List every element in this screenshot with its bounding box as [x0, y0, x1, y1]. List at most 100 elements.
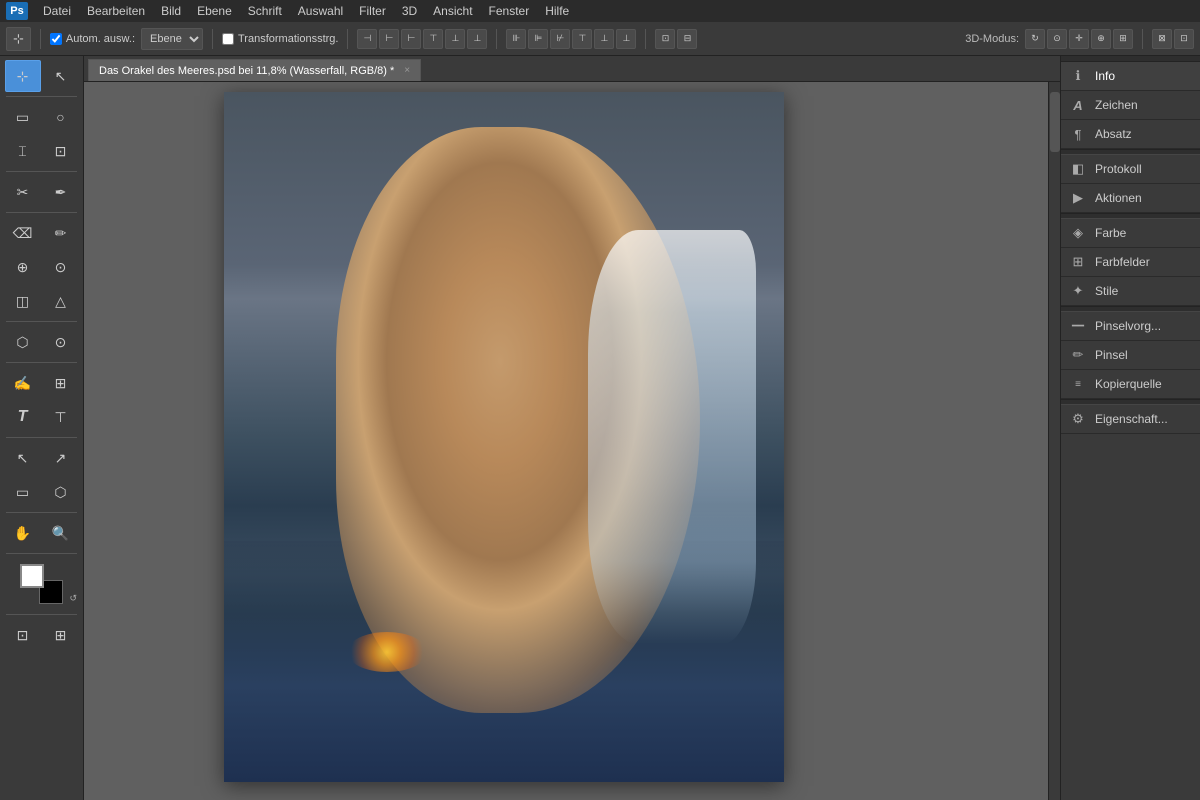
menu-schrift[interactable]: Schrift [241, 2, 289, 20]
panel-header-pinselvorg[interactable]: ━━ Pinselvorg... [1061, 312, 1200, 340]
align-bottom[interactable]: ⊥ [467, 29, 487, 49]
distribute-icons-group: ⊪ ⊫ ⊬ ⊤ ⊥ ⊥ [506, 29, 636, 49]
farbe-label: Farbe [1095, 226, 1126, 240]
menu-fenster[interactable]: Fenster [482, 2, 537, 20]
scrollbar-thumb[interactable] [1050, 92, 1060, 152]
blur-tool[interactable]: ⊙ [43, 326, 79, 358]
panel-header-protokoll[interactable]: ◧ Protokoll [1061, 155, 1200, 183]
move-tool[interactable]: ⊹ [5, 60, 41, 92]
dist-right[interactable]: ⊬ [550, 29, 570, 49]
eyedropper-tool[interactable]: ✒ [43, 176, 79, 208]
panel-header-farbe[interactable]: ◈ Farbe [1061, 219, 1200, 247]
layer-select[interactable]: Ebene [141, 28, 203, 50]
menu-filter[interactable]: Filter [352, 2, 393, 20]
panel-section-stile: ✦ Stile [1061, 277, 1200, 306]
panel-header-stile[interactable]: ✦ Stile [1061, 277, 1200, 305]
menu-bearbeiten[interactable]: Bearbeiten [80, 2, 152, 20]
artwork-canvas [224, 92, 784, 782]
menu-ansicht[interactable]: Ansicht [426, 2, 479, 20]
extra-1[interactable]: ⊡ [655, 29, 675, 49]
vertical-scrollbar[interactable] [1048, 82, 1060, 800]
rect-shape-tool[interactable]: ▭ [5, 476, 41, 508]
direct-selection-tool[interactable]: ↗ [43, 442, 79, 474]
3d-scale[interactable]: ⊞ [1113, 29, 1133, 49]
3d-roll[interactable]: ⊙ [1047, 29, 1067, 49]
panel-header-eigenschaft[interactable]: ⚙ Eigenschaft... [1061, 405, 1200, 433]
move-tool-options[interactable]: ⊹ [6, 27, 31, 51]
screen-mode-tool[interactable]: ⊞ [43, 619, 79, 651]
quick-mask-tool[interactable]: ⊡ [5, 619, 41, 651]
menu-auswahl[interactable]: Auswahl [291, 2, 350, 20]
view-2[interactable]: ⊡ [1174, 29, 1194, 49]
farbfelder-icon: ⊞ [1069, 253, 1087, 271]
menu-bild[interactable]: Bild [154, 2, 188, 20]
absatz-label: Absatz [1095, 127, 1132, 141]
crop-tool[interactable]: ✂ [5, 176, 41, 208]
marquee-rect-tool[interactable]: ▭ [5, 101, 41, 133]
canvas-wrapper[interactable] [84, 82, 1060, 800]
dodge-tool[interactable]: ⬡ [5, 326, 41, 358]
3d-pan[interactable]: ✛ [1069, 29, 1089, 49]
healing-tool[interactable]: ⌫ [5, 217, 41, 249]
eraser-tool[interactable]: ◫ [5, 285, 41, 317]
tab-bar: Das Orakel des Meeres.psd bei 11,8% (Was… [84, 56, 1060, 82]
ellipse-shape-tool[interactable]: ⬡ [43, 476, 79, 508]
artboard-tool[interactable]: ↖ [43, 60, 79, 92]
separator-3 [347, 29, 348, 49]
tab-close-button[interactable]: × [404, 65, 410, 76]
history-brush-tool[interactable]: ⊙ [43, 251, 79, 283]
zeichen-icon: A [1069, 96, 1087, 114]
hand-tool[interactable]: ✋ [5, 517, 41, 549]
panel-header-aktionen[interactable]: ▶ Aktionen [1061, 184, 1200, 212]
menu-ebene[interactable]: Ebene [190, 2, 239, 20]
panel-header-kopierquelle[interactable]: ≡ Kopierquelle [1061, 370, 1200, 398]
panel-header-zeichen[interactable]: A Zeichen [1061, 91, 1200, 119]
path-selection-tool[interactable]: ↖ [5, 442, 41, 474]
dist-top[interactable]: ⊤ [572, 29, 592, 49]
zoom-tool[interactable]: 🔍 [43, 517, 79, 549]
foreground-color-swatch[interactable] [20, 564, 44, 588]
panel-header-farbfelder[interactable]: ⊞ Farbfelder [1061, 248, 1200, 276]
pinselvorg-icon: ━━ [1069, 317, 1087, 335]
marquee-ellipse-tool[interactable]: ○ [43, 101, 79, 133]
dist-center-v[interactable]: ⊥ [594, 29, 614, 49]
3d-slide[interactable]: ⊕ [1091, 29, 1111, 49]
absatz-icon: ¶ [1069, 125, 1087, 143]
3d-rotate[interactable]: ↻ [1025, 29, 1045, 49]
separator-6 [1142, 29, 1143, 49]
lasso-tool[interactable]: ⌶ [5, 135, 41, 167]
panel-header-info[interactable]: ℹ Info [1061, 62, 1200, 90]
dist-left[interactable]: ⊪ [506, 29, 526, 49]
extra-2[interactable]: ⊟ [677, 29, 697, 49]
menu-3d[interactable]: 3D [395, 2, 424, 20]
options-bar: ⊹ Autom. ausw.: Ebene Transformationsstr… [0, 22, 1200, 56]
gradient-tool[interactable]: △ [43, 285, 79, 317]
dist-center-h[interactable]: ⊫ [528, 29, 548, 49]
panel-header-absatz[interactable]: ¶ Absatz [1061, 120, 1200, 148]
text-tool[interactable]: T [5, 401, 41, 433]
stamp-tool[interactable]: ⊕ [5, 251, 41, 283]
quick-select-tool[interactable]: ⊡ [43, 135, 79, 167]
align-center-v[interactable]: ⊥ [445, 29, 465, 49]
align-right[interactable]: ⊢ [401, 29, 421, 49]
menu-datei[interactable]: Datei [36, 2, 78, 20]
reset-colors[interactable]: ↺ [69, 593, 77, 604]
align-top[interactable]: ⊤ [423, 29, 443, 49]
view-1[interactable]: ⊠ [1152, 29, 1172, 49]
pen-tool[interactable]: ✍ [5, 367, 41, 399]
vector-pen-tool[interactable]: ⊞ [43, 367, 79, 399]
tool-sep-5 [6, 362, 77, 363]
tool-sep-9 [6, 614, 77, 615]
document-tab[interactable]: Das Orakel des Meeres.psd bei 11,8% (Was… [88, 59, 421, 81]
menu-hilfe[interactable]: Hilfe [538, 2, 576, 20]
panel-header-pinsel[interactable]: ✏ Pinsel [1061, 341, 1200, 369]
transform-checkbox[interactable]: Transformationsstrg. [222, 33, 338, 45]
auto-select-checkbox[interactable]: Autom. ausw.: [50, 33, 135, 45]
brush-tool[interactable]: ✏ [43, 217, 79, 249]
dist-bottom[interactable]: ⊥ [616, 29, 636, 49]
right-panel: ℹ Info A Zeichen ¶ Absatz ◧ Protokoll [1060, 56, 1200, 800]
tool-sep-1 [6, 96, 77, 97]
align-center-h[interactable]: ⊢ [379, 29, 399, 49]
text-v-tool[interactable]: ⊤ [43, 401, 79, 433]
align-left[interactable]: ⊣ [357, 29, 377, 49]
